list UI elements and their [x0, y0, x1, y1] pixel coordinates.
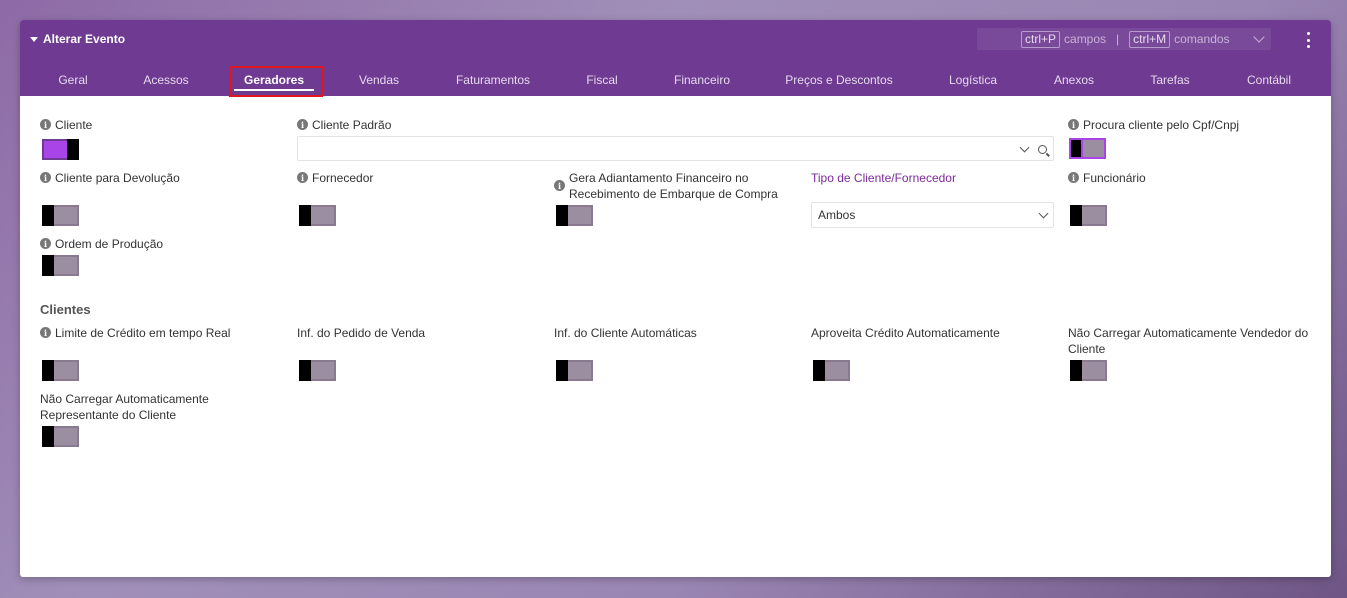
chevron-down-icon[interactable] [1038, 208, 1049, 219]
aproveita-credito-label: Aproveita Crédito Automaticamente [811, 325, 1000, 341]
tipo-cliente-label-text: Tipo de Cliente/Fornecedor [811, 171, 956, 185]
gera-adiantamento-label-line1: Gera Adiantamento Financeiro no [569, 171, 749, 185]
info-icon[interactable]: i [297, 172, 308, 183]
ordem-producao-label: i Ordem de Produção [40, 236, 163, 252]
ordem-producao-toggle[interactable] [42, 255, 79, 276]
tab-anexos[interactable]: Anexos [1054, 70, 1094, 92]
cliente-devolucao-toggle[interactable] [42, 205, 79, 226]
cliente-padrao-input[interactable] [297, 136, 1054, 161]
procura-cliente-label-text: Procura cliente pelo Cpf/Cnpj [1083, 118, 1240, 132]
fields-shortcut[interactable]: ctrl+P campos [1021, 30, 1107, 48]
info-icon[interactable]: i [40, 119, 51, 130]
tab-geral[interactable]: Geral [58, 70, 87, 92]
ordem-producao-label-text: Ordem de Produção [55, 237, 164, 251]
window-title[interactable]: Alterar Evento [30, 32, 125, 46]
funcionario-label-text: Funcionário [1083, 171, 1146, 185]
commands-shortcut-key: ctrl+M [1129, 30, 1171, 48]
event-window: Alterar Evento ctrl+P campos | ctrl+M co… [20, 20, 1331, 577]
tab-contabil[interactable]: Contábil [1247, 70, 1291, 92]
tab-financeiro[interactable]: Financeiro [674, 70, 730, 92]
chevron-down-icon[interactable] [1019, 142, 1030, 153]
funcionario-toggle[interactable] [1070, 205, 1107, 226]
gera-adiantamento-label: i Gera Adiantamento Financeiro no Recebi… [554, 170, 778, 202]
cliente-toggle[interactable] [42, 139, 79, 160]
info-icon[interactable]: i [40, 172, 51, 183]
procura-cliente-label: i Procura cliente pelo Cpf/Cnpj [1068, 117, 1239, 133]
procura-cliente-toggle[interactable] [1069, 138, 1106, 159]
tab-faturamentos[interactable]: Faturamentos [456, 70, 530, 92]
inf-pedido-toggle[interactable] [299, 360, 336, 381]
cliente-padrao-label-text: Cliente Padrão [312, 118, 392, 132]
nao-carregar-representante-label-line2: Representante do Cliente [40, 408, 177, 422]
cliente-padrao-label: i Cliente Padrão [297, 117, 391, 133]
section-title-clientes: Clientes [40, 302, 91, 317]
chevron-down-icon[interactable] [1253, 31, 1265, 43]
aproveita-credito-label-text: Aproveita Crédito Automaticamente [811, 326, 1000, 340]
collapse-caret-icon[interactable] [30, 37, 38, 42]
window-title-text: Alterar Evento [43, 32, 126, 46]
cliente-devolucao-label-text: Cliente para Devolução [55, 171, 180, 185]
nao-carregar-vendedor-label: Não Carregar Automaticamente Vendedor do… [1068, 325, 1308, 357]
nao-carregar-vendedor-toggle[interactable] [1070, 360, 1107, 381]
commands-shortcut[interactable]: ctrl+M comandos [1129, 30, 1230, 48]
cliente-label: i Cliente [40, 117, 92, 133]
tipo-cliente-label: Tipo de Cliente/Fornecedor [811, 170, 956, 186]
info-icon[interactable]: i [554, 180, 565, 191]
commands-shortcut-label: comandos [1174, 32, 1230, 46]
tab-precos-descontos[interactable]: Preços e Descontos [785, 70, 892, 92]
gera-adiantamento-label-line2: Recebimento de Embarque de Compra [569, 187, 778, 201]
nao-carregar-representante-toggle[interactable] [42, 426, 79, 447]
search-icon[interactable] [1038, 145, 1047, 154]
cliente-label-text: Cliente [55, 118, 93, 132]
limite-credito-toggle[interactable] [42, 360, 79, 381]
limite-credito-label: i Limite de Crédito em tempo Real [40, 325, 230, 341]
fornecedor-label-text: Fornecedor [312, 171, 374, 185]
shortcut-bar[interactable]: ctrl+P campos | ctrl+M comandos [977, 28, 1271, 50]
fornecedor-toggle[interactable] [299, 205, 336, 226]
shortcut-separator: | [1116, 32, 1120, 46]
inf-pedido-label: Inf. do Pedido de Venda [297, 325, 425, 341]
inf-cliente-toggle[interactable] [556, 360, 593, 381]
nao-carregar-representante-label: Não Carregar Automaticamente Representan… [40, 391, 209, 423]
info-icon[interactable]: i [1068, 172, 1079, 183]
gera-adiantamento-toggle[interactable] [556, 205, 593, 226]
info-icon[interactable]: i [40, 327, 51, 338]
funcionario-label: i Funcionário [1068, 170, 1146, 186]
tab-bar: Geral Acessos Geradores Vendas Faturamen… [20, 70, 1331, 96]
aproveita-credito-toggle[interactable] [813, 360, 850, 381]
tipo-cliente-value: Ambos [818, 208, 856, 222]
more-options-icon[interactable] [1305, 32, 1311, 48]
window-header: Alterar Evento ctrl+P campos | ctrl+M co… [20, 20, 1331, 97]
nao-carregar-representante-label-line1: Não Carregar Automaticamente [40, 392, 209, 406]
fields-shortcut-label: campos [1064, 32, 1107, 46]
active-tab-highlight [229, 66, 323, 97]
nao-carregar-vendedor-label-line1: Não Carregar Automaticamente Vendedor do [1068, 326, 1309, 340]
tab-tarefas[interactable]: Tarefas [1150, 70, 1189, 92]
fields-shortcut-key: ctrl+P [1021, 30, 1061, 48]
info-icon[interactable]: i [297, 119, 308, 130]
fornecedor-label: i Fornecedor [297, 170, 373, 186]
inf-cliente-label-text: Inf. do Cliente Automáticas [554, 326, 697, 340]
info-icon[interactable]: i [40, 238, 51, 249]
info-icon[interactable]: i [1068, 119, 1079, 130]
tab-fiscal[interactable]: Fiscal [586, 70, 617, 92]
inf-cliente-label: Inf. do Cliente Automáticas [554, 325, 697, 341]
nao-carregar-vendedor-label-line2: Cliente [1068, 342, 1106, 356]
tab-vendas[interactable]: Vendas [359, 70, 399, 92]
limite-credito-label-text: Limite de Crédito em tempo Real [55, 326, 231, 340]
tab-logistica[interactable]: Logística [949, 70, 997, 92]
cliente-devolucao-label: i Cliente para Devolução [40, 170, 180, 186]
inf-pedido-label-text: Inf. do Pedido de Venda [297, 326, 426, 340]
tipo-cliente-select[interactable]: Ambos [811, 202, 1054, 228]
tab-acessos[interactable]: Acessos [143, 70, 188, 92]
